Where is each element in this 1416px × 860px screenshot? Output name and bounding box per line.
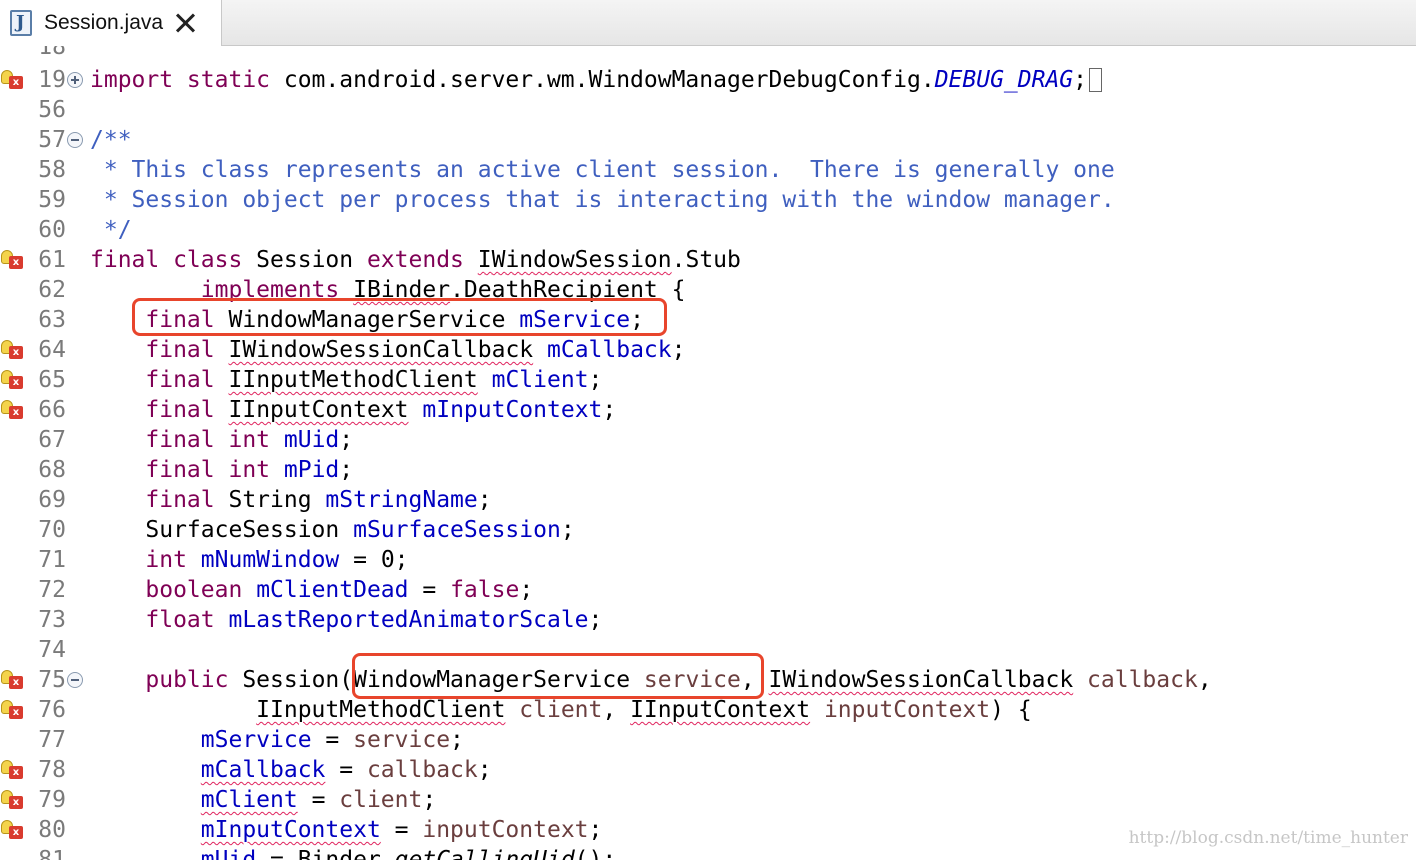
line-number: 63 <box>38 307 66 333</box>
code-text: float mLastReportedAnimatorScale; <box>145 607 603 633</box>
line-number: 73 <box>38 607 66 633</box>
line-number: 66 <box>38 397 66 423</box>
code-editor[interactable]: 18 x 19 import static com.android.server… <box>0 46 1416 860</box>
line-number: 81 <box>38 847 66 860</box>
line-number: 64 <box>38 337 66 363</box>
line-number: 68 <box>38 457 66 483</box>
warning-error-icon[interactable]: x <box>1 790 25 810</box>
highlight-box-field <box>132 298 667 336</box>
code-line: 18 <box>0 46 1416 62</box>
code-text: /** <box>90 127 132 153</box>
code-text: * This class represents an active client… <box>90 157 1115 183</box>
tab-session-java[interactable]: Session.java <box>0 0 222 46</box>
line-number: 69 <box>38 487 66 513</box>
java-file-icon <box>10 10 32 36</box>
line-number: 59 <box>38 187 66 213</box>
code-line: 73 float mLastReportedAnimatorScale; <box>0 605 1416 635</box>
code-line: x 78 mCallback = callback; <box>0 755 1416 785</box>
line-number: 70 <box>38 517 66 543</box>
code-text: SurfaceSession mSurfaceSession; <box>90 517 575 543</box>
code-text: import static com.android.server.wm.Wind… <box>90 65 1103 95</box>
line-number: 65 <box>38 367 66 393</box>
code-line: 60 */ <box>0 215 1416 245</box>
code-line: x 66 final IInputContext mInputContext; <box>0 395 1416 425</box>
code-line: 67 final int mUid; <box>0 425 1416 455</box>
code-line: 71 int mNumWindow = 0; <box>0 545 1416 575</box>
code-line: 68 final int mPid; <box>0 455 1416 485</box>
line-number: 67 <box>38 427 66 453</box>
line-number: 19 <box>38 67 66 93</box>
warning-error-icon[interactable]: x <box>1 250 25 270</box>
editor-tab-bar: Session.java <box>0 0 1416 46</box>
line-number: 61 <box>38 247 66 273</box>
line-number: 72 <box>38 577 66 603</box>
code-line: 59 * Session object per process that is … <box>0 185 1416 215</box>
line-number: 74 <box>38 637 66 663</box>
code-text: final IWindowSessionCallback mCallback; <box>145 337 686 363</box>
code-line: x 79 mClient = client; <box>0 785 1416 815</box>
line-number: 80 <box>38 817 66 843</box>
code-line: x 61 final class Session extends IWindow… <box>0 245 1416 275</box>
code-line: x 64 final IWindowSessionCallback mCallb… <box>0 335 1416 365</box>
expand-icon[interactable] <box>67 72 83 88</box>
line-number: 77 <box>38 727 66 753</box>
code-line: 57 /** <box>0 125 1416 155</box>
code-line: x 19 import static com.android.server.wm… <box>0 65 1416 95</box>
line-number: 71 <box>38 547 66 573</box>
code-text: IInputMethodClient client, IInputContext… <box>256 697 1032 723</box>
code-text: final class Session extends IWindowSessi… <box>90 247 741 273</box>
code-text: mService = service; <box>200 727 464 753</box>
code-line: x 65 final IInputMethodClient mClient; <box>0 365 1416 395</box>
warning-error-icon[interactable]: x <box>1 820 25 840</box>
line-number: 18 <box>38 46 66 60</box>
line-number: 62 <box>38 277 66 303</box>
code-text: */ <box>90 217 132 243</box>
code-text: int mNumWindow = 0; <box>145 547 409 573</box>
code-line: 56 <box>0 95 1416 125</box>
code-text: final int mUid; <box>145 427 354 453</box>
code-line: 77 mService = service; <box>0 725 1416 755</box>
code-text: * Session object per process that is int… <box>90 187 1115 213</box>
warning-error-icon[interactable]: x <box>1 370 25 390</box>
close-icon[interactable] <box>175 12 197 34</box>
code-text: mClient = client; <box>200 787 437 813</box>
code-text: mInputContext = inputContext; <box>200 817 603 843</box>
code-text: mCallback = callback; <box>200 757 492 783</box>
code-line: 70 SurfaceSession mSurfaceSession; <box>0 515 1416 545</box>
tab-title: Session.java <box>44 11 164 34</box>
collapse-icon[interactable] <box>67 132 83 148</box>
warning-error-icon[interactable]: x <box>1 670 25 690</box>
code-line: 69 final String mStringName; <box>0 485 1416 515</box>
text-cursor <box>1089 68 1103 92</box>
warning-error-icon[interactable]: x <box>1 400 25 420</box>
warning-error-icon[interactable]: x <box>1 340 25 360</box>
code-text: mUid = Binder.getCallingUid(); <box>200 847 617 860</box>
highlight-box-constructor-param <box>352 653 764 699</box>
line-number: 58 <box>38 157 66 183</box>
code-line: x 76 IInputMethodClient client, IInputCo… <box>0 695 1416 725</box>
code-text: boolean mClientDead = false; <box>145 577 534 603</box>
code-text: final IInputContext mInputContext; <box>145 397 617 423</box>
code-text: final int mPid; <box>145 457 354 483</box>
code-text: final String mStringName; <box>145 487 492 513</box>
line-number: 76 <box>38 697 66 723</box>
line-number: 79 <box>38 787 66 813</box>
collapse-icon[interactable] <box>67 672 83 688</box>
warning-error-icon[interactable]: x <box>1 760 25 780</box>
warning-error-icon[interactable]: x <box>1 700 25 720</box>
warning-error-icon[interactable]: x <box>1 70 25 90</box>
watermark: http://blog.csdn.net/time_hunter <box>1128 828 1408 848</box>
code-text: final IInputMethodClient mClient; <box>145 367 603 393</box>
code-line: 72 boolean mClientDead = false; <box>0 575 1416 605</box>
code-line: 58 * This class represents an active cli… <box>0 155 1416 185</box>
line-number: 56 <box>38 97 66 123</box>
line-number: 60 <box>38 217 66 243</box>
line-number: 75 <box>38 667 66 693</box>
line-number: 57 <box>38 127 66 153</box>
line-number: 78 <box>38 757 66 783</box>
